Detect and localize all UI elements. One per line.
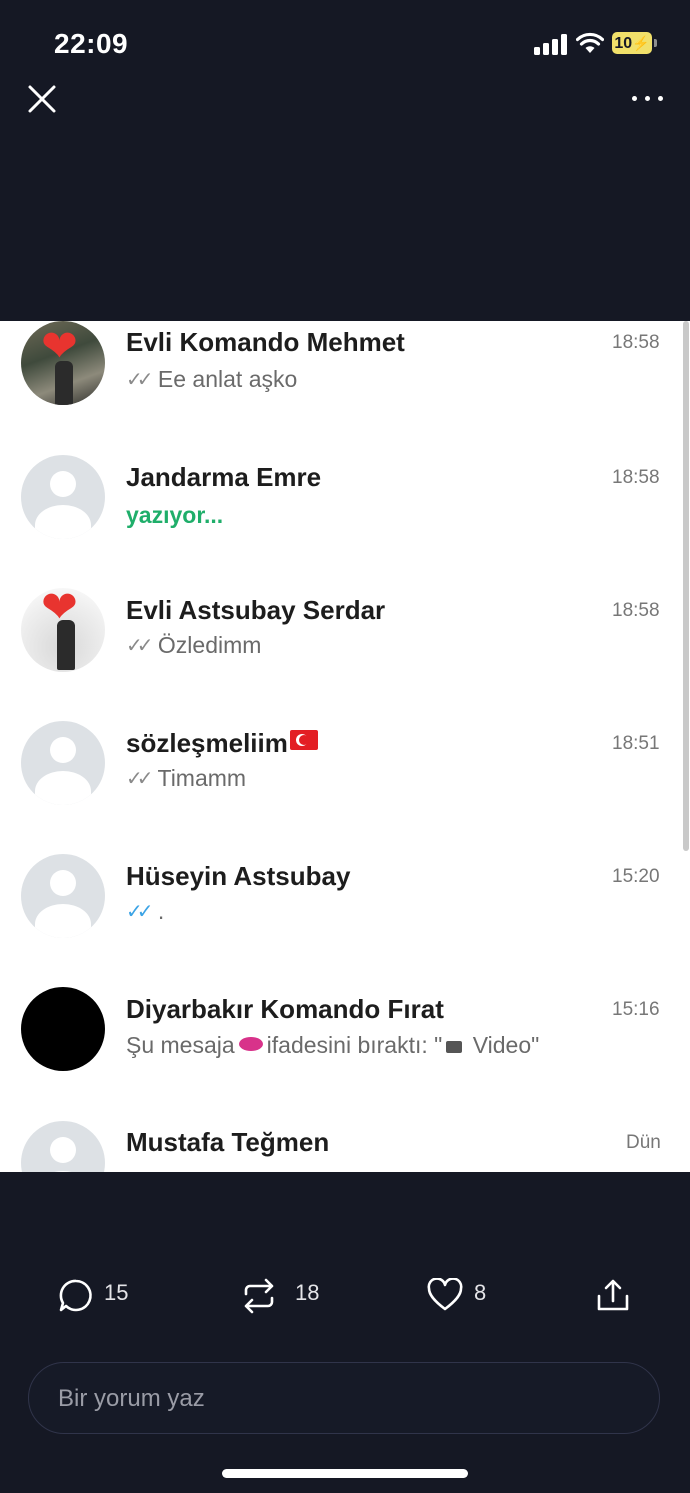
close-icon (28, 85, 56, 113)
status-bar: 22:09 10⚡ (0, 0, 690, 90)
repost-icon (244, 1278, 274, 1314)
chat-row: Mustafa Teğmen Dün (0, 1121, 680, 1172)
chat-row: sözleşmeliim 18:51 ✓✓ Timamm (0, 721, 680, 855)
chat-preview-text: Timamm (157, 765, 247, 791)
comment-input[interactable] (56, 1363, 630, 1435)
read-check-icon: ✓✓ (126, 901, 153, 923)
chat-preview: Şu mesaja ifadesini bıraktı: " Video" (126, 1032, 539, 1059)
battery-nub (654, 39, 657, 47)
default-avatar-icon (21, 721, 105, 805)
video-camera-icon (446, 1041, 463, 1053)
repost-button[interactable]: 18 (240, 1270, 330, 1320)
chat-row: ❤ Evli Komando Mehmet 18:58 ✓✓ Ee anlat … (0, 321, 680, 455)
default-avatar-icon (21, 1121, 105, 1172)
default-avatar-icon (21, 455, 105, 539)
avatar: ❤ (21, 588, 105, 672)
chat-preview: ✓✓ Ee anlat aşko (126, 366, 297, 393)
chat-time: 18:58 (612, 467, 660, 488)
chat-name: sözleşmeliim (126, 728, 318, 759)
reply-count: 15 (104, 1280, 129, 1305)
status-time: 22:09 (54, 28, 129, 59)
turkey-flag-icon (289, 730, 318, 750)
chat-name: Mustafa Teğmen (126, 1127, 330, 1157)
double-check-icon: ✓✓ (126, 635, 153, 657)
battery-icon: 10⚡ (612, 32, 652, 54)
chat-preview: ✓✓ . (126, 898, 164, 925)
reply-button[interactable]: 15 (58, 1270, 138, 1320)
double-check-icon: ✓✓ (126, 768, 153, 790)
avatar (21, 987, 105, 1071)
share-button[interactable] (595, 1270, 635, 1320)
more-icon (632, 96, 637, 101)
typing-indicator: yazıyor... (126, 502, 224, 528)
chat-row: Hüseyin Astsubay 15:20 ✓✓ . (0, 854, 680, 988)
post-actions: 15 18 8 (0, 1270, 690, 1320)
comment-icon (59, 1279, 92, 1312)
media-scrollbar (683, 321, 689, 851)
chat-preview: ✓✓ Özledimm (126, 632, 261, 659)
media-image[interactable]: ❤ Evli Komando Mehmet 18:58 ✓✓ Ee anlat … (0, 321, 690, 1172)
avatar: ❤ (21, 321, 105, 405)
chat-preview-text: Şu mesaja (126, 1032, 235, 1058)
chat-time: Dün (626, 1132, 661, 1153)
like-count: 8 (474, 1280, 487, 1305)
chat-row: Jandarma Emre 18:58 yazıyor... (0, 455, 680, 589)
chat-name: Evli Komando Mehmet (126, 327, 405, 357)
chat-time: 15:16 (612, 999, 660, 1020)
heart-icon (427, 1278, 463, 1311)
wifi-icon (576, 32, 604, 53)
chat-name: Hüseyin Astsubay (126, 861, 351, 891)
chat-name: Diyarbakır Komando Fırat (126, 994, 444, 1024)
share-icon (597, 1279, 629, 1311)
close-button[interactable] (26, 83, 58, 115)
more-button[interactable] (628, 90, 668, 108)
chat-preview: ✓✓ Timamm (126, 765, 246, 792)
chat-preview-text: . (157, 898, 165, 924)
chat-preview-text: Özledimm (157, 632, 262, 658)
chat-row: ❤ Evli Astsubay Serdar 18:58 ✓✓ Özledimm (0, 588, 680, 722)
chat-name: Evli Astsubay Serdar (126, 595, 386, 625)
chat-time: 18:51 (612, 733, 660, 754)
chat-row: Diyarbakır Komando Fırat 15:16 Şu mesaja… (0, 987, 680, 1121)
signal-icon (534, 33, 568, 55)
chat-name-text: sözleşmeliim (126, 728, 288, 758)
comment-box (28, 1362, 660, 1435)
like-button[interactable]: 8 (427, 1270, 497, 1320)
chat-time: 18:58 (612, 600, 660, 621)
chat-preview-text: ifadesini bıraktı: " (266, 1032, 443, 1058)
heart-emoji-icon: ❤ (41, 588, 78, 632)
kiss-emoji-icon (238, 1037, 263, 1051)
repost-count: 18 (295, 1280, 320, 1305)
battery-level: 10 (614, 35, 633, 52)
chat-time: 15:20 (612, 866, 660, 887)
chat-preview-text: Video" (466, 1032, 540, 1058)
double-check-icon: ✓✓ (126, 369, 153, 391)
chat-time: 18:58 (612, 332, 660, 353)
heart-emoji-icon: ❤ (41, 322, 78, 371)
chat-preview-text: Ee anlat aşko (157, 366, 298, 392)
home-indicator[interactable] (222, 1469, 468, 1478)
default-avatar-icon (21, 854, 105, 938)
chat-name: Jandarma Emre (126, 462, 322, 492)
